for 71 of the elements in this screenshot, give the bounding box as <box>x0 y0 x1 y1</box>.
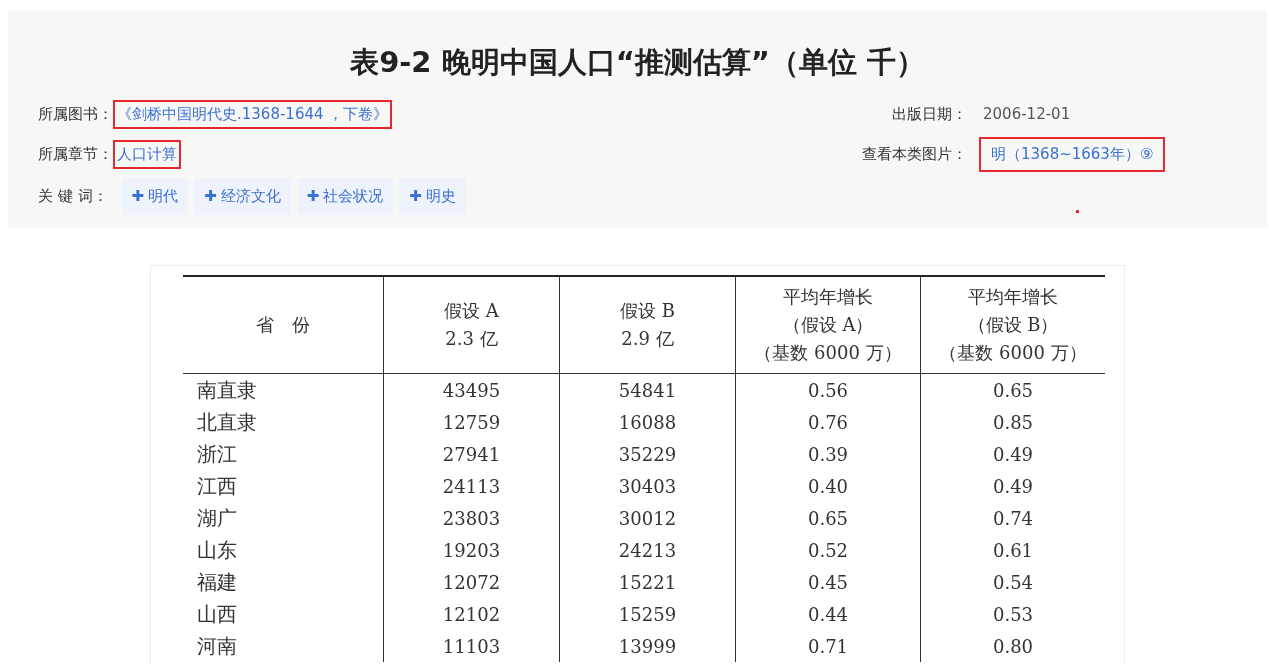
table-cell: 16088 <box>559 406 736 438</box>
column-header-line: 假设 B <box>620 299 675 323</box>
table-cell: 12759 <box>383 406 560 438</box>
field-label: 所属章节： <box>38 144 113 164</box>
table-cell: 54841 <box>559 373 736 406</box>
keywords-label: 关 键 词： <box>38 187 108 206</box>
table-cell: 30012 <box>559 502 736 534</box>
table-cell: 0.71 <box>735 630 921 662</box>
field-label: 出版日期： <box>891 104 967 124</box>
table-cell: 24213 <box>559 534 736 566</box>
field-label: 所属图书： <box>38 104 113 124</box>
field-label: 查看本类图片： <box>861 144 967 164</box>
table-cell: 0.54 <box>920 566 1105 598</box>
table-cell: 19203 <box>383 534 560 566</box>
table-cell: 北直隶 <box>183 406 384 438</box>
table-cell: 湖广 <box>183 502 384 534</box>
table-cell: 12072 <box>383 566 560 598</box>
column-header-line: 省 份 <box>256 313 310 337</box>
table-cell: 南直隶 <box>183 373 384 406</box>
column-header-line: （假设 B） <box>967 313 1059 337</box>
speck-mark <box>1076 210 1079 213</box>
date-value: 2006-12-01 <box>982 104 1072 125</box>
table-cell: 0.52 <box>735 534 921 566</box>
column-header-line: 2.9 亿 <box>621 327 674 351</box>
table-cell: 山西 <box>183 598 384 630</box>
column-header-line: 2.3 亿 <box>445 327 498 351</box>
table-cell: 江西 <box>183 470 384 502</box>
table-cell: 山东 <box>183 534 384 566</box>
table-cell: 23803 <box>383 502 560 534</box>
table-cell: 浙江 <box>183 438 384 470</box>
table-cell: 15259 <box>559 598 736 630</box>
table-cell: 43495 <box>383 373 560 406</box>
column-header-line: 假设 A <box>444 299 499 323</box>
table-cell: 0.49 <box>920 470 1105 502</box>
table-cell: 30403 <box>559 470 736 502</box>
column-header-line: 平均年增长 <box>968 285 1058 309</box>
table-cell: 24113 <box>383 470 560 502</box>
page-title: 表9-2 晚明中国人口“推测估算”（单位 千） <box>349 44 926 81</box>
table-cell: 0.45 <box>735 566 921 598</box>
table-cell: 0.76 <box>735 406 921 438</box>
link[interactable]: 人口计算 <box>113 139 181 169</box>
table-cell: 0.49 <box>920 438 1105 470</box>
column-header-line: （基数 6000 万） <box>939 341 1087 365</box>
link[interactable]: 明（1368~1663年）⑨ <box>979 136 1166 172</box>
table-cell: 35229 <box>559 438 736 470</box>
table-cell: 0.56 <box>735 373 921 406</box>
table-cell: 12102 <box>383 598 560 630</box>
keyword-tag[interactable]: ✚ 明史 <box>399 178 466 215</box>
column-header-line: （基数 6000 万） <box>754 341 902 365</box>
table-cell: 27941 <box>383 438 560 470</box>
table-cell: 11103 <box>383 630 560 662</box>
table-cell: 15221 <box>559 566 736 598</box>
table-cell: 0.53 <box>920 598 1105 630</box>
table-cell: 13999 <box>559 630 736 662</box>
table-cell: 0.80 <box>920 630 1105 662</box>
table-cell: 0.85 <box>920 406 1105 438</box>
link[interactable]: 《剑桥中国明代史.1368-1644 ，下卷》 <box>113 99 393 129</box>
table-cell: 0.44 <box>735 598 921 630</box>
keyword-tag[interactable]: ✚ 明代 <box>121 178 189 215</box>
table-cell: 0.74 <box>920 502 1105 534</box>
table-cell: 0.65 <box>735 502 921 534</box>
table-cell: 0.40 <box>735 470 921 502</box>
keyword-tag[interactable]: ✚ 社会状况 <box>296 178 394 215</box>
keyword-tag[interactable]: ✚ 经济文化 <box>194 178 291 215</box>
table-cell: 0.65 <box>920 373 1105 406</box>
table-cell: 0.39 <box>735 438 921 470</box>
column-header-line: 平均年增长 <box>783 285 873 309</box>
table-cell: 福建 <box>183 566 384 598</box>
table-cell: 0.61 <box>920 534 1105 566</box>
table-cell: 河南 <box>183 630 384 662</box>
column-header-line: （假设 A） <box>782 313 874 337</box>
